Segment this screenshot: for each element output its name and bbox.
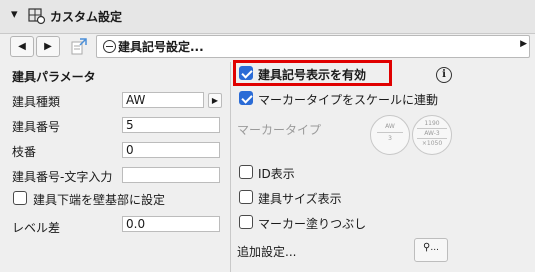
door-number-label: 建具番号 [12, 120, 61, 134]
door-type-picker-button[interactable]: ▶ [208, 93, 222, 108]
marker2-text-mid: AW-3 [417, 128, 447, 139]
panel-header[interactable]: ▾ カスタム設定 [0, 0, 535, 34]
marker-settings-dropdown[interactable]: 建具記号設定... ▶ [96, 35, 530, 58]
info-icon[interactable]: i [436, 67, 452, 83]
branch-number-label: 枝番 [12, 145, 37, 159]
settings-icon [28, 8, 46, 25]
section-title: 建具パラメータ [12, 70, 96, 84]
export-icon[interactable] [69, 36, 89, 56]
minus-circle-icon [103, 40, 116, 53]
base-checkbox[interactable] [13, 191, 27, 205]
door-number-field[interactable]: 5 [122, 117, 220, 133]
previous-button[interactable]: ◀ [10, 36, 34, 57]
marker-fill-checkbox[interactable] [239, 215, 253, 229]
triangle-right-icon: ▶ [44, 41, 52, 52]
show-size-checkbox[interactable] [239, 190, 253, 204]
enable-marker-checkbox[interactable] [239, 66, 253, 80]
show-id-checkbox[interactable] [239, 165, 253, 179]
more-label: ... [430, 243, 439, 253]
marker1-text-bottom: 3 [377, 132, 403, 142]
marker2-text-top: 1190 [424, 120, 440, 127]
text-input-label: 建具番号-文字入力 [12, 170, 113, 184]
marker-settings-label: 建具記号設定... [118, 40, 204, 54]
text-input-field[interactable] [122, 167, 220, 183]
column-divider [230, 62, 231, 272]
scale-link-label: マーカータイプをスケールに連動 [258, 93, 439, 107]
triangle-right-icon: ▶ [520, 39, 527, 49]
level-diff-field[interactable]: 0.0 [122, 216, 220, 232]
marker2-text-bottom: ×1050 [421, 140, 443, 147]
panel-title: カスタム設定 [50, 10, 123, 24]
scale-link-checkbox[interactable] [239, 91, 253, 105]
marker1-text-top: AW [385, 123, 395, 130]
triangle-left-icon: ◀ [18, 41, 26, 52]
marker-type-option-1[interactable]: AW 3 [370, 115, 410, 155]
marker-type-option-2[interactable]: 1190 AW-3 ×1050 [412, 115, 452, 155]
show-id-label: ID表示 [258, 167, 295, 181]
show-size-label: 建具サイズ表示 [258, 192, 342, 206]
level-diff-label: レベル差 [12, 221, 61, 235]
enable-marker-label: 建具記号表示を有効 [258, 68, 367, 82]
next-button[interactable]: ▶ [36, 36, 60, 57]
triangle-down-icon[interactable]: ▾ [11, 7, 18, 22]
branch-number-field[interactable]: 0 [122, 142, 220, 158]
additional-settings-button[interactable]: ⚲... [414, 238, 448, 262]
base-checkbox-label: 建具下端を壁基部に設定 [33, 193, 166, 207]
door-type-field[interactable]: AW [122, 92, 204, 108]
marker-fill-label: マーカー塗りつぶし [258, 217, 367, 231]
door-type-label: 建具種類 [12, 95, 61, 109]
marker-type-label: マーカータイプ [237, 123, 322, 137]
additional-settings-label: 追加設定... [237, 245, 297, 259]
